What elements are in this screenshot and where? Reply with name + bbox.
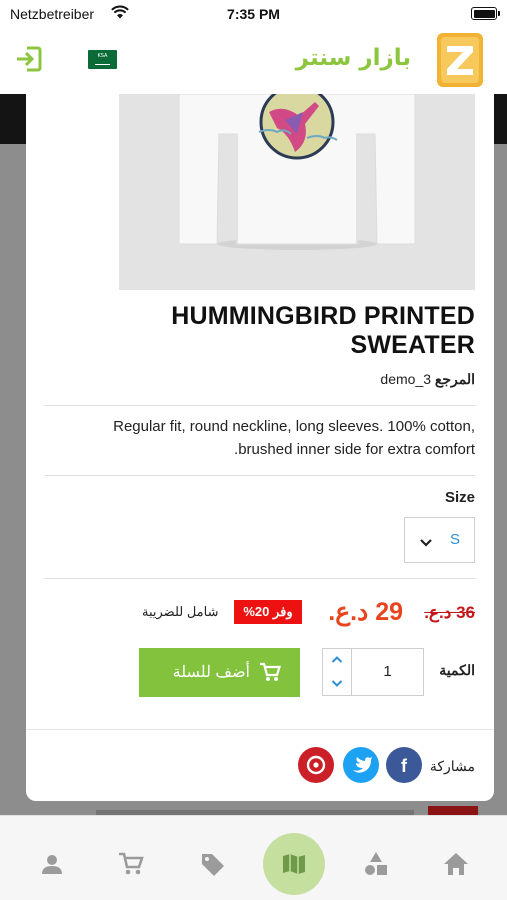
quantity-increase-button[interactable]: [323, 649, 351, 672]
quantity-input[interactable]: 1: [352, 663, 423, 680]
battery-icon: [471, 7, 500, 20]
share-label: مشاركة: [429, 758, 475, 774]
quantity-stepper-controls: [323, 649, 352, 695]
current-price: 29 د.ع.: [328, 598, 403, 626]
size-select[interactable]: S: [404, 517, 475, 563]
size-label: Size: [444, 489, 475, 506]
quantity-stepper: 1: [322, 648, 424, 696]
pinterest-icon[interactable]: [298, 747, 334, 783]
app-header: KSA بازار سنتر: [0, 28, 507, 94]
saudi-flag-icon[interactable]: KSA: [88, 50, 117, 69]
divider: [45, 578, 475, 579]
z-logo-icon: [437, 33, 483, 87]
product-reference: المرجع demo_3: [380, 371, 475, 388]
tax-note: شامل للضريبة: [142, 604, 219, 619]
svg-text:f: f: [401, 756, 408, 776]
tag-icon[interactable]: [199, 850, 227, 878]
backdrop-accent: [428, 806, 478, 815]
divider: [45, 475, 475, 476]
bottom-tab-bar: [0, 815, 507, 900]
cart-icon[interactable]: [117, 850, 145, 878]
quantity-label: الكمية: [439, 662, 475, 678]
add-to-cart-button[interactable]: أضف للسلة: [139, 648, 300, 697]
chevron-down-icon: [419, 535, 433, 553]
old-price: 36 د.ع.: [424, 603, 475, 622]
reference-value: demo_3: [380, 371, 432, 387]
reference-label: المرجع: [434, 371, 475, 387]
flag-text: KSA: [97, 53, 108, 59]
account-icon[interactable]: [38, 850, 66, 878]
product-description: Regular fit, round neckline, long sleeve…: [113, 418, 475, 458]
cart-icon: [259, 662, 281, 687]
size-value: S: [449, 531, 460, 548]
product-title: HUMMINGBIRD PRINTED SWEATER: [171, 302, 475, 359]
product-image[interactable]: [119, 94, 475, 290]
brand-name: بازار سنتر: [295, 45, 411, 71]
discount-badge: وفر 20%: [234, 600, 302, 624]
quantity-decrease-button[interactable]: [323, 672, 351, 695]
home-icon[interactable]: [442, 850, 470, 878]
facebook-icon[interactable]: f: [386, 747, 422, 783]
divider: [45, 405, 475, 406]
map-icon[interactable]: [263, 833, 325, 895]
categories-icon[interactable]: [362, 850, 390, 878]
divider: [26, 729, 494, 730]
product-quickview-modal: HUMMINGBIRD PRINTED SWEATER المرجع demo_…: [26, 94, 494, 801]
add-to-cart-label: أضف للسلة: [172, 664, 250, 681]
clock: 7:35 PM: [227, 6, 280, 22]
login-icon[interactable]: [14, 44, 44, 79]
status-bar: Netzbetreiber 7:35 PM: [0, 0, 507, 28]
twitter-icon[interactable]: [343, 747, 379, 783]
